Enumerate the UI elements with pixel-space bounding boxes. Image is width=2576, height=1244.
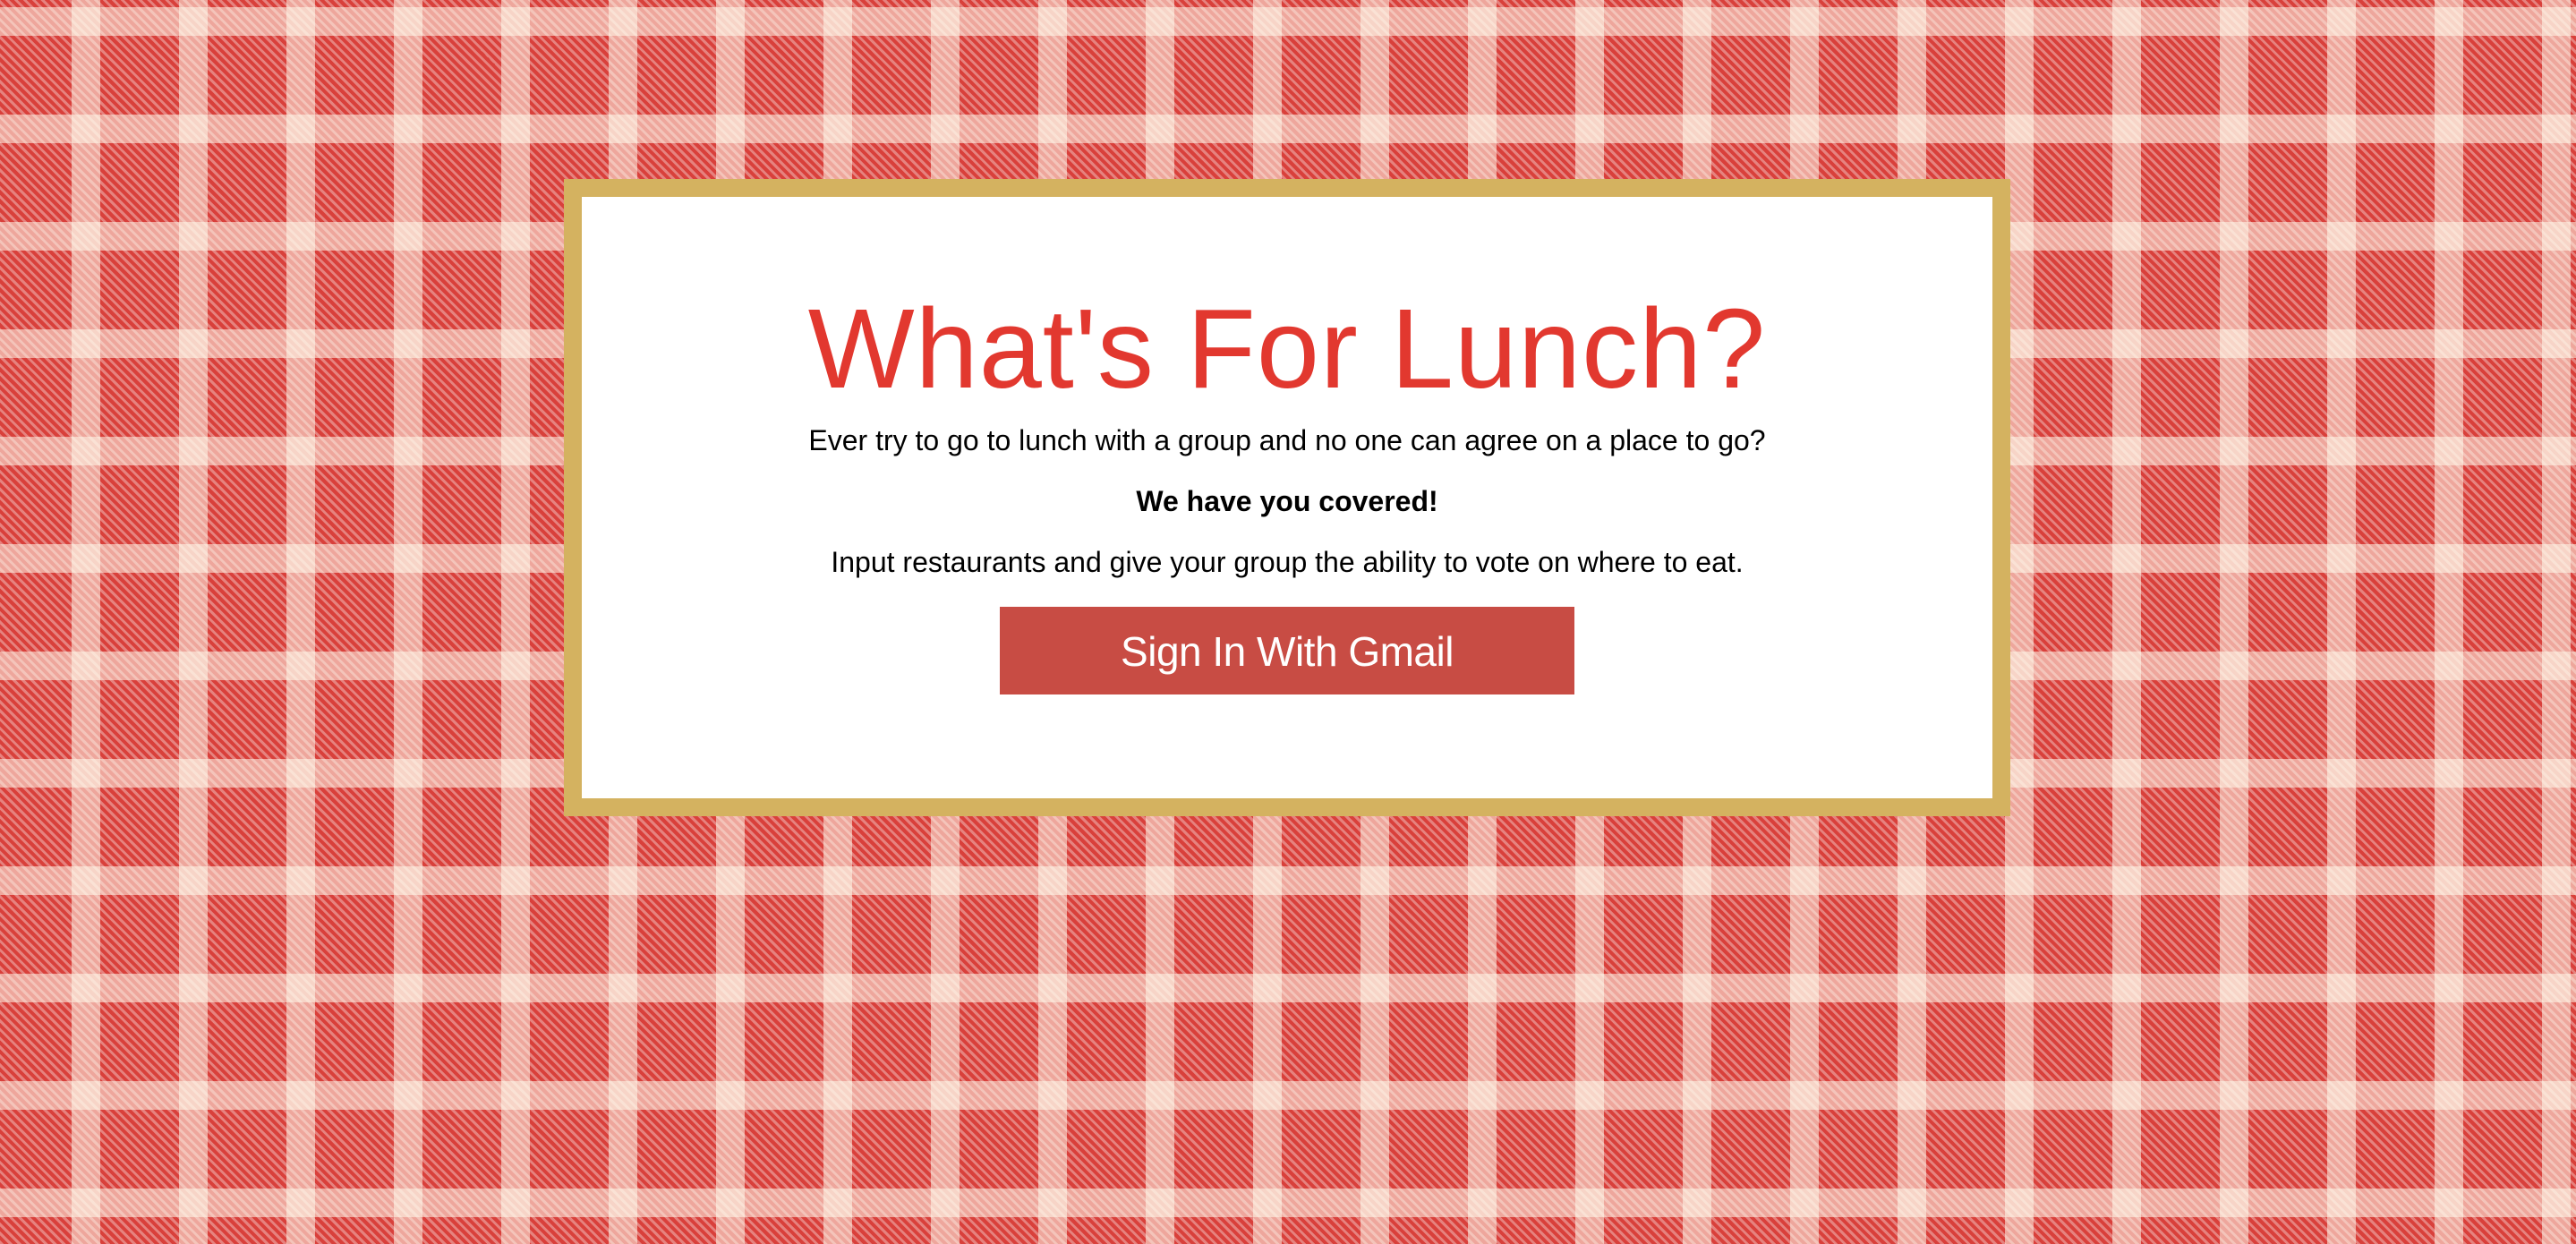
welcome-card: What's For Lunch? Ever try to go to lunc… bbox=[582, 197, 1992, 798]
app-title: What's For Lunch? bbox=[807, 285, 1767, 412]
description-text: Input restaurants and give your group th… bbox=[831, 546, 1744, 578]
sign-in-with-gmail-button[interactable]: Sign In With Gmail bbox=[1000, 607, 1574, 694]
tagline-text: We have you covered! bbox=[1136, 485, 1438, 517]
intro-text: Ever try to go to lunch with a group and… bbox=[808, 424, 1766, 456]
welcome-card-frame: What's For Lunch? Ever try to go to lunc… bbox=[564, 179, 2010, 816]
